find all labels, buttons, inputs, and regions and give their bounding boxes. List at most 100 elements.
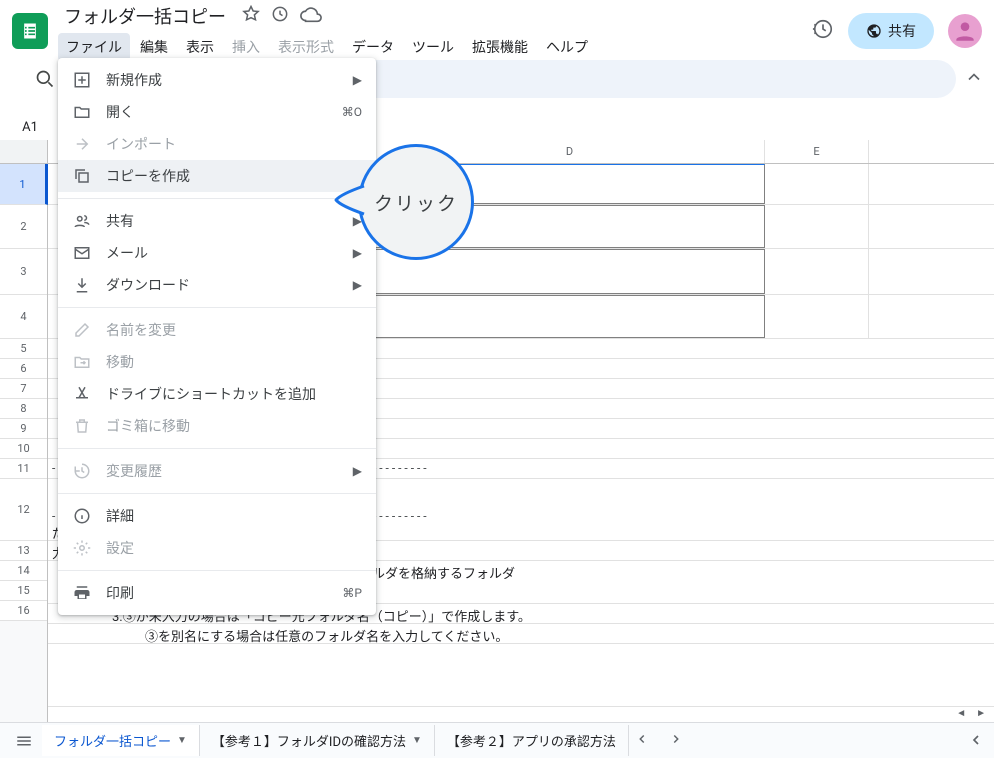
cell[interactable]: [765, 249, 869, 294]
input-cell[interactable]: [375, 295, 765, 338]
row-header[interactable]: 4: [0, 295, 47, 339]
select-all-corner[interactable]: [0, 140, 47, 164]
tab-caret-icon[interactable]: ▼: [412, 735, 422, 746]
toolbar-collapse-icon[interactable]: [964, 67, 984, 91]
sheet-tab-3-label: 【参考２】アプリの承認方法: [447, 731, 616, 750]
sheet-tab-2-label: 【参考１】フォルダIDの確認方法: [212, 731, 406, 750]
row-header[interactable]: 6: [0, 359, 47, 379]
menu-make-copy[interactable]: コピーを作成: [58, 160, 376, 192]
sheets-logo[interactable]: [12, 13, 48, 49]
row-header[interactable]: 9: [0, 419, 47, 439]
callout-text: クリック: [374, 189, 458, 216]
annotation-callout: クリック: [358, 144, 474, 260]
share-label: 共有: [888, 21, 916, 41]
doc-title[interactable]: フォルダ一括コピー: [58, 1, 232, 31]
tab-caret-icon[interactable]: ▼: [177, 735, 187, 746]
menu-version-history: 変更履歴 ▶: [58, 455, 376, 487]
scroll-right-icon[interactable]: ►: [972, 708, 990, 719]
menu-trash: ゴミ箱に移動: [58, 410, 376, 442]
cell[interactable]: [765, 205, 869, 248]
row-header[interactable]: 3: [0, 249, 47, 295]
menu-details[interactable]: 詳細: [58, 500, 376, 532]
row-header[interactable]: 2: [0, 205, 47, 249]
menu-settings-label: 設定: [106, 538, 362, 558]
horizontal-scrollbar[interactable]: ◄ ►: [48, 706, 994, 720]
move-to-drive-icon[interactable]: [270, 4, 290, 28]
cell[interactable]: [765, 295, 869, 338]
menu-tools[interactable]: ツール: [404, 33, 462, 61]
row-header[interactable]: 15: [0, 581, 47, 601]
row-header[interactable]: 16: [0, 601, 47, 621]
cell[interactable]: [765, 164, 869, 204]
all-sheets-button[interactable]: [6, 725, 42, 757]
last-edit-icon[interactable]: [812, 18, 834, 44]
menu-import-label: インポート: [106, 134, 362, 154]
menu-view[interactable]: 表示: [178, 33, 222, 61]
file-menu-dropdown: 新規作成 ▶ 開く ⌘O インポート コピーを作成 共有 ▶ メール ▶ ダウン…: [58, 58, 376, 615]
menu-download-label: ダウンロード: [106, 275, 339, 295]
tab-next-icon[interactable]: [669, 732, 683, 750]
menu-share[interactable]: 共有 ▶: [58, 205, 376, 237]
menu-new-label: 新規作成: [106, 70, 339, 90]
row-header[interactable]: 10: [0, 439, 47, 459]
menu-open-shortcut: ⌘O: [342, 105, 362, 119]
menus-search-icon[interactable]: [30, 64, 60, 94]
menu-download[interactable]: ダウンロード ▶: [58, 269, 376, 301]
star-icon[interactable]: [242, 5, 260, 27]
cell[interactable]: ③を別名にする場合は任意のフォルダ名を入力してください。: [48, 624, 869, 643]
download-icon: [72, 276, 92, 294]
menu-settings: 設定: [58, 532, 376, 564]
import-icon: [72, 135, 92, 153]
tab-prev-icon[interactable]: [635, 732, 649, 750]
history-icon: [72, 462, 92, 480]
menu-data[interactable]: データ: [344, 33, 402, 61]
menu-file[interactable]: ファイル: [58, 33, 130, 61]
menu-open-label: 開く: [106, 102, 328, 122]
row-header[interactable]: 12: [0, 479, 47, 541]
info-icon: [72, 507, 92, 525]
menu-add-shortcut[interactable]: ドライブにショートカットを追加: [58, 378, 376, 410]
col-e[interactable]: E: [765, 140, 869, 163]
row-header[interactable]: 13: [0, 541, 47, 561]
menu-format[interactable]: 表示形式: [270, 33, 342, 61]
menu-print[interactable]: 印刷 ⌘P: [58, 577, 376, 609]
explore-icon[interactable]: [968, 732, 984, 752]
account-avatar[interactable]: [948, 14, 982, 48]
move-icon: [72, 353, 92, 371]
grid-row: ③を別名にする場合は任意のフォルダ名を入力してください。: [48, 624, 994, 644]
row-header[interactable]: 8: [0, 399, 47, 419]
menu-email[interactable]: メール ▶: [58, 237, 376, 269]
menu-make-copy-label: コピーを作成: [106, 166, 362, 186]
sheet-tab-3[interactable]: 【参考２】アプリの承認方法: [435, 725, 629, 756]
sheet-tab-2[interactable]: 【参考１】フォルダIDの確認方法 ▼: [200, 725, 435, 756]
name-box[interactable]: A1: [12, 120, 48, 135]
share-button[interactable]: 共有: [848, 13, 934, 49]
menu-print-shortcut: ⌘P: [342, 586, 362, 600]
menu-extensions[interactable]: 拡張機能: [464, 33, 536, 61]
menu-help[interactable]: ヘルプ: [538, 33, 596, 61]
menu-print-label: 印刷: [106, 583, 328, 603]
row-header[interactable]: 14: [0, 561, 47, 581]
copy-icon: [72, 167, 92, 185]
trash-icon: [72, 417, 92, 435]
scroll-left-icon[interactable]: ◄: [952, 708, 970, 719]
folder-icon: [72, 103, 92, 121]
menu-version-history-label: 変更履歴: [106, 461, 339, 481]
menu-rename: 名前を変更: [58, 314, 376, 346]
rename-icon: [72, 321, 92, 339]
cloud-status-icon[interactable]: [300, 3, 322, 29]
row-header[interactable]: 11: [0, 459, 47, 479]
sheet-tab-1[interactable]: フォルダ一括コピー ▼: [42, 725, 200, 756]
menu-new[interactable]: 新規作成 ▶: [58, 64, 376, 96]
menu-open[interactable]: 開く ⌘O: [58, 96, 376, 128]
submenu-arrow-icon: ▶: [353, 73, 362, 87]
row-header[interactable]: 7: [0, 379, 47, 399]
menubar: ファイル 編集 表示 挿入 表示形式 データ ツール 拡張機能 ヘルプ: [58, 33, 812, 61]
print-icon: [72, 584, 92, 602]
submenu-arrow-icon: ▶: [353, 464, 362, 478]
row-header[interactable]: 1: [0, 164, 48, 205]
menu-edit[interactable]: 編集: [132, 33, 176, 61]
menu-insert[interactable]: 挿入: [224, 33, 268, 61]
row-header[interactable]: 5: [0, 339, 47, 359]
submenu-arrow-icon: ▶: [353, 278, 362, 292]
